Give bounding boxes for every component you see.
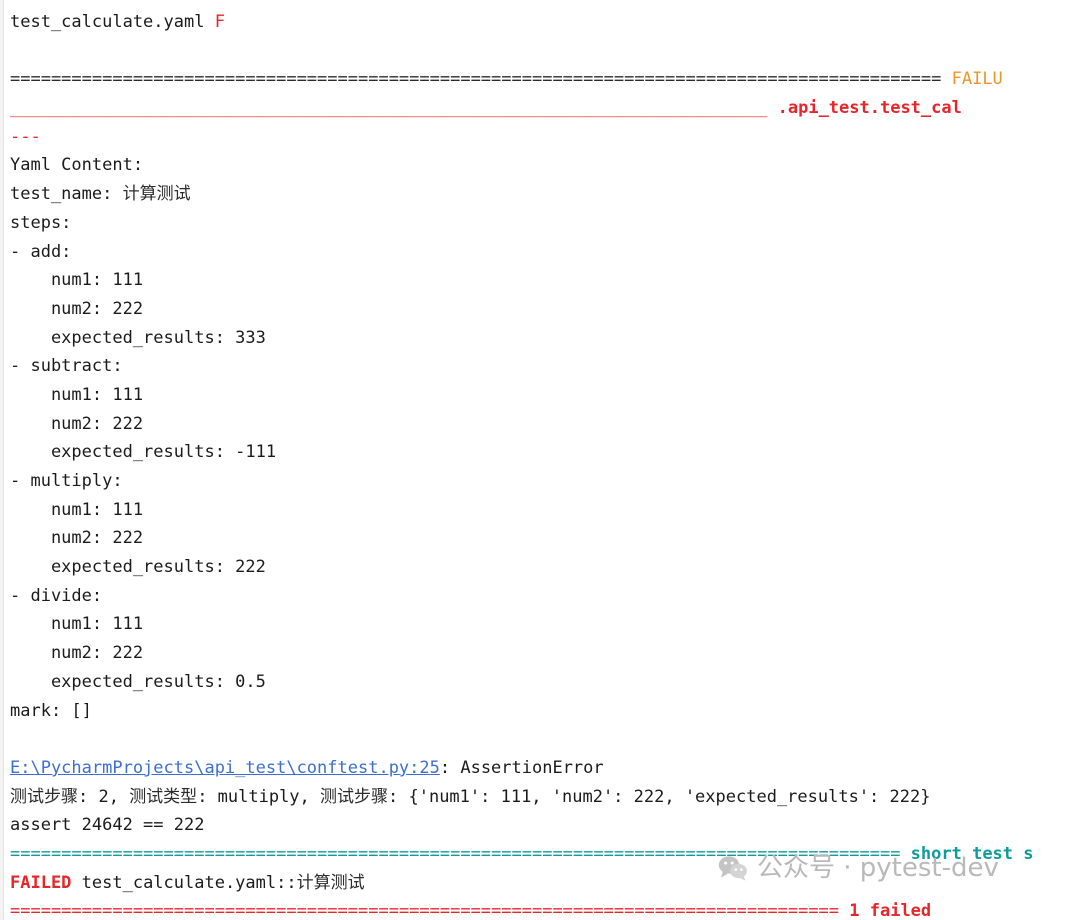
console-line-final-banner: ========================================… [10, 897, 1080, 920]
console-line-yaml-add-expected: expected_results: 333 [10, 324, 1080, 353]
console-segment-yaml-divide-num2-0: num2: 222 [10, 643, 144, 664]
console-line-yaml-add-num2: num2: 222 [10, 295, 1080, 324]
console-line-traceback-location: E:\PycharmProjects\api_test\conftest.py:… [10, 754, 1080, 783]
console-segment-assert-detail-cjk-3: : multiply, [197, 786, 321, 807]
console-line-yaml-divide-expected: expected_results: 0.5 [10, 668, 1080, 697]
console-segment-assert-statement-0: assert 24642 == 222 [10, 815, 205, 836]
console-segment-yaml-step-add-0: - add: [10, 241, 72, 262]
console-segment-yaml-test-name-1: 计算测试 [122, 184, 191, 205]
console-segment-failed-summary-1: test_calculate.yaml:: [71, 872, 297, 893]
console-segment-yaml-steps-key-0: steps: [10, 212, 72, 233]
console-line-blank-2 [10, 725, 1080, 754]
console-segment-failed-summary-0: FAILED [10, 872, 72, 893]
console-line-yaml-step-divide: - divide: [10, 582, 1080, 611]
console-segment-yaml-step-divide-0: - divide: [10, 585, 103, 606]
console-segment-yaml-sep-0: --- [10, 126, 41, 147]
console-segment-test-header-1: .api_test.test_cal [777, 98, 962, 119]
console-segment-collect-result-1: F [214, 12, 225, 32]
console-segment-yaml-multiply-num1-0: num1: 111 [10, 499, 144, 520]
console-segment-assert-detail-cjk-4: 测试步骤 [320, 786, 389, 807]
console-segment-blank-2-0 [10, 729, 20, 749]
console-segment-yaml-divide-expected-0: expected_results: 0.5 [10, 671, 266, 692]
console-segment-yaml-multiply-num2-0: num2: 222 [10, 528, 144, 549]
console-segment-final-banner-1: 1 failed [849, 901, 932, 920]
console-segment-assert-detail-cjk-5: : {'num1': 111, 'num2': 222, 'expected_r… [388, 786, 931, 807]
console-left-gutter [0, 0, 4, 920]
console-line-yaml-add-num1: num1: 111 [10, 266, 1080, 295]
console-line-list: test_calculate.yaml F ==================… [10, 8, 1080, 920]
console-segment-yaml-add-expected-0: expected_results: 333 [10, 327, 266, 348]
console-segment-yaml-step-multiply-0: - multiply: [10, 471, 123, 491]
console-segment-assert-detail-cjk-0: 测试步骤 [10, 786, 78, 807]
console-segment-failed-summary-2: 计算测试 [296, 872, 365, 893]
console-line-yaml-step-subtract: - subtract: [10, 352, 1080, 381]
console-line-yaml-subtract-num2: num2: 222 [10, 410, 1080, 439]
console-line-yaml-mark: mark: [] [10, 697, 1080, 726]
console-segment-blank-1-0 [10, 41, 20, 61]
console-line-short-summary-banner: ========================================… [10, 840, 1080, 869]
console-segment-yaml-step-subtract-0: - subtract: [10, 356, 123, 377]
console-line-yaml-subtract-num1: num1: 111 [10, 381, 1080, 410]
console-segment-yaml-content-label-0: Yaml Content: [10, 155, 144, 176]
console-line-assert-statement: assert 24642 == 222 [10, 811, 1080, 840]
console-segment-test-header-0: ________________________________________… [10, 98, 778, 119]
console-segment-failures-banner-1: FAILU [951, 69, 1003, 90]
console-line-yaml-content-label: Yaml Content: [10, 151, 1080, 180]
console-segment-assert-detail-cjk-1: : 2, [78, 786, 130, 807]
console-segment-yaml-mark-0: mark: [] [10, 700, 92, 721]
console-line-yaml-multiply-num1: num1: 111 [10, 496, 1080, 525]
console-segment-short-summary-banner-0: ========================================… [10, 843, 911, 864]
traceback-file-link[interactable]: E:\PycharmProjects\api_test\conftest.py:… [10, 758, 440, 778]
console-line-yaml-subtract-expected: expected_results: -111 [10, 438, 1080, 467]
console-line-yaml-divide-num2: num2: 222 [10, 639, 1080, 668]
console-segment-failures-banner-0: ========================================… [10, 69, 952, 90]
console-line-yaml-divide-num1: num1: 111 [10, 610, 1080, 639]
console-segment-traceback-location-1: : AssertionError [439, 757, 604, 778]
console-line-failures-banner: ========================================… [10, 65, 1080, 94]
console-line-blank-1 [10, 37, 1080, 66]
console-line-test-header: ________________________________________… [10, 94, 1080, 123]
console-segment-yaml-add-num1-0: num1: 111 [10, 270, 144, 291]
console-segment-yaml-multiply-expected-0: expected_results: 222 [10, 557, 266, 578]
console-line-yaml-sep: --- [10, 123, 1080, 152]
console-segment-yaml-add-num2-0: num2: 222 [10, 298, 144, 319]
console-line-yaml-step-add: - add: [10, 238, 1080, 267]
console-segment-collect-result-0: test_calculate.yaml [10, 12, 215, 32]
console-segment-yaml-test-name-0: test_name: [10, 184, 123, 205]
console-segment-yaml-subtract-expected-0: expected_results: -111 [10, 442, 277, 463]
console-line-collect-result: test_calculate.yaml F [10, 8, 1080, 37]
console-line-yaml-multiply-num2: num2: 222 [10, 524, 1080, 553]
console-segment-short-summary-banner-1: short test s [910, 843, 1034, 864]
console-line-yaml-multiply-expected: expected_results: 222 [10, 553, 1080, 582]
console-line-assert-detail-cjk: 测试步骤: 2, 测试类型: multiply, 测试步骤: {'num1': … [10, 783, 1080, 812]
console-line-failed-summary: FAILED test_calculate.yaml::计算测试 [10, 869, 1080, 898]
console-segment-yaml-divide-num1-0: num1: 111 [10, 614, 144, 635]
pytest-console-output: test_calculate.yaml F ==================… [0, 0, 1080, 920]
console-segment-final-banner-0: ========================================… [10, 901, 850, 920]
console-segment-yaml-subtract-num1-0: num1: 111 [10, 384, 144, 405]
console-line-yaml-step-multiply: - multiply: [10, 467, 1080, 496]
console-line-yaml-steps-key: steps: [10, 209, 1080, 238]
console-segment-yaml-subtract-num2-0: num2: 222 [10, 413, 144, 434]
console-segment-assert-detail-cjk-2: 测试类型 [129, 786, 198, 807]
console-line-yaml-test-name: test_name: 计算测试 [10, 180, 1080, 209]
